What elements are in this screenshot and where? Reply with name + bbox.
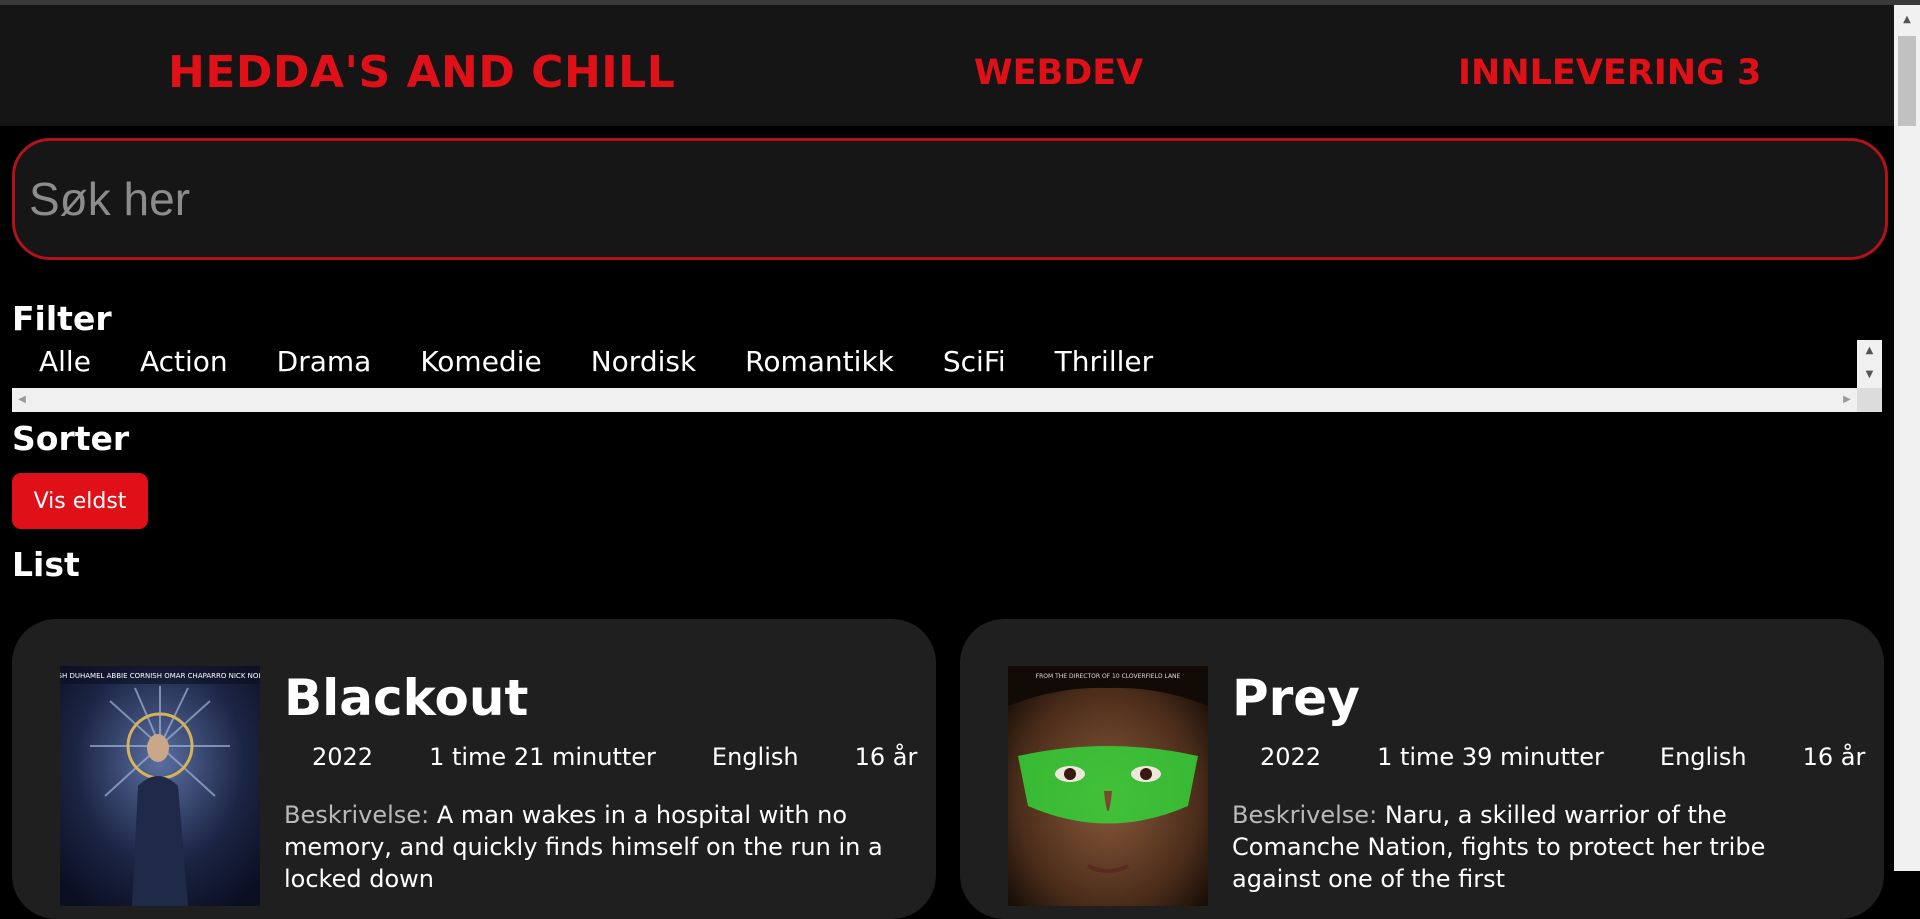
- page-scroll-up-icon[interactable]: ▲: [1894, 5, 1920, 35]
- movie-meta: 2022 1 time 21 minutter English 16 år: [284, 743, 945, 771]
- movie-description: Beskrivelse: A man wakes in a hospital w…: [284, 799, 894, 895]
- nav-innlevering[interactable]: INNLEVERING 3: [1458, 53, 1761, 93]
- description-label: Beskrivelse:: [284, 801, 430, 829]
- movie-duration: 1 time 21 minutter: [429, 743, 656, 771]
- filter-horizontal-scrollbar[interactable]: ◀ ▶: [12, 388, 1857, 412]
- filter-item-nordisk[interactable]: Nordisk: [564, 340, 696, 384]
- movie-title[interactable]: Blackout: [284, 669, 528, 727]
- movie-card[interactable]: FROM THE DIRECTOR OF 10 CLOVERFIELD LANE…: [960, 619, 1884, 919]
- filter-heading: Filter: [12, 299, 112, 338]
- movie-card[interactable]: JOSH DUHAMEL ABBIE CORNISH OMAR CHAPARRO…: [12, 619, 936, 919]
- brand-title[interactable]: HEDDA'S AND CHILL: [168, 47, 675, 98]
- filter-item-thriller[interactable]: Thriller: [1028, 340, 1153, 384]
- filter-item-action[interactable]: Action: [113, 340, 228, 384]
- movie-duration: 1 time 39 minutter: [1377, 743, 1604, 771]
- filter-item-komedie[interactable]: Komedie: [393, 340, 541, 384]
- scrollbar-corner: [1857, 388, 1882, 412]
- movie-age: 16 år: [854, 743, 918, 771]
- movie-poster-blackout: JOSH DUHAMEL ABBIE CORNISH OMAR CHAPARRO…: [60, 666, 260, 906]
- movie-age: 16 år: [1802, 743, 1866, 771]
- poster-credits-text: JOSH DUHAMEL ABBIE CORNISH OMAR CHAPARRO…: [60, 672, 260, 680]
- filter-scroll-container: Alle Action Drama Komedie Nordisk Romant…: [12, 340, 1882, 412]
- filter-item-scifi[interactable]: SciFi: [916, 340, 1006, 384]
- page-scroll-thumb[interactable]: [1898, 36, 1916, 126]
- movie-meta: 2022 1 time 39 minutter English 16 år: [1232, 743, 1893, 771]
- description-label: Beskrivelse:: [1232, 801, 1378, 829]
- filter-item-drama[interactable]: Drama: [250, 340, 372, 384]
- nav-webdev[interactable]: WEBDEV: [974, 53, 1143, 93]
- page-scrollbar[interactable]: ▲: [1894, 5, 1920, 871]
- sort-oldest-button[interactable]: Vis eldst: [12, 473, 148, 529]
- movie-title[interactable]: Prey: [1232, 669, 1360, 727]
- movie-poster-prey: FROM THE DIRECTOR OF 10 CLOVERFIELD LANE: [1008, 666, 1208, 906]
- movie-year: 2022: [1260, 743, 1322, 771]
- poster-credits-text: FROM THE DIRECTOR OF 10 CLOVERFIELD LANE: [1036, 673, 1181, 680]
- scroll-right-arrow-icon[interactable]: ▶: [1837, 388, 1857, 412]
- filter-list: Alle Action Drama Komedie Nordisk Romant…: [12, 340, 1175, 384]
- filter-item-alle[interactable]: Alle: [12, 340, 91, 384]
- movie-description: Beskrivelse: Naru, a skilled warrior of …: [1232, 799, 1842, 895]
- movie-language: English: [711, 743, 799, 771]
- search-input[interactable]: [12, 138, 1888, 260]
- sorter-heading: Sorter: [12, 419, 130, 458]
- movie-language: English: [1659, 743, 1747, 771]
- movie-year: 2022: [312, 743, 374, 771]
- scroll-left-arrow-icon[interactable]: ◀: [12, 388, 32, 412]
- scroll-up-arrow-icon[interactable]: ▲: [1857, 340, 1882, 362]
- scroll-down-arrow-icon[interactable]: ▼: [1857, 364, 1882, 386]
- site-header: HEDDA'S AND CHILL WEBDEV INNLEVERING 3: [0, 5, 1894, 126]
- filter-vertical-scrollbar[interactable]: ▲ ▼: [1857, 340, 1882, 388]
- list-heading: List: [12, 545, 80, 584]
- filter-item-romantikk[interactable]: Romantikk: [718, 340, 894, 384]
